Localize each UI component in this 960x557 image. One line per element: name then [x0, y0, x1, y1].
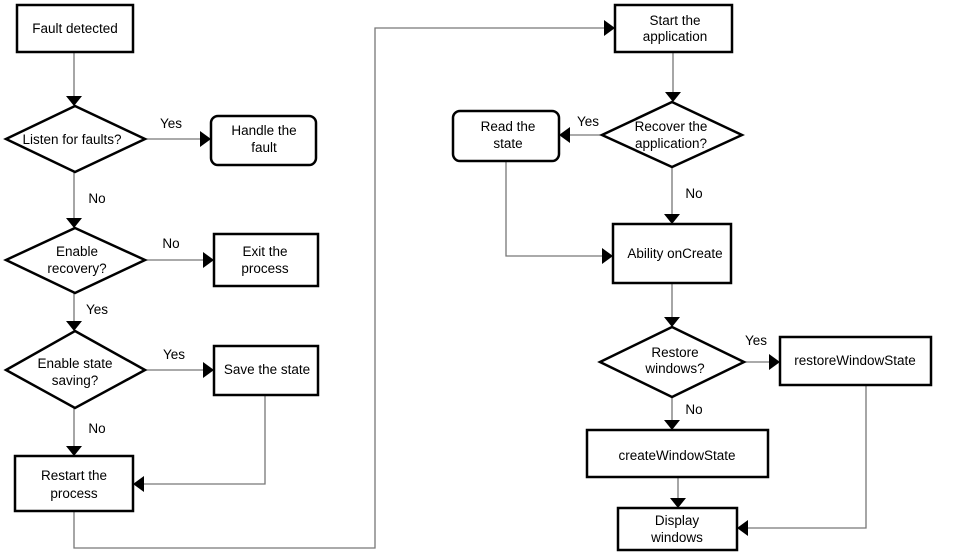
edge-label: No [685, 402, 702, 417]
node-label: Read the [481, 119, 536, 134]
node-label: process [241, 261, 289, 276]
node-label: windows? [644, 361, 704, 376]
fault-recovery-flowchart: Fault detected Listen for faults? Handle… [3, 3, 933, 552]
arrow-head [664, 317, 680, 327]
node-label: Fault detected [32, 21, 118, 36]
arrow-head [664, 214, 680, 224]
node-restore-window-state: restoreWindowState [778, 335, 933, 387]
node-label: state [493, 136, 522, 151]
node-label: Restore [651, 345, 698, 360]
arrow-head [559, 127, 570, 143]
decision-enable-recovery: Enable recovery? [3, 226, 148, 295]
edge-restart-to-start [73, 27, 604, 549]
node-label: restoreWindowState [794, 353, 916, 368]
node-label: Enable state [37, 356, 112, 371]
decision-enable-state-saving: Enable state saving? [3, 329, 148, 410]
node-label: saving? [52, 373, 99, 388]
node-label: recovery? [47, 261, 106, 276]
node-label: process [50, 486, 98, 501]
arrow-head [200, 131, 211, 147]
arrow-head [665, 92, 681, 102]
node-label: Save the state [224, 362, 310, 377]
decision-recover-application: Recover the application? [599, 100, 745, 169]
node-label: Exit the [242, 244, 287, 259]
edge-label: No [88, 191, 105, 206]
arrow-head [604, 20, 615, 36]
node-fault-detected: Fault detected [15, 3, 135, 54]
node-label: Recover the [635, 119, 708, 134]
edge-label: Yes [160, 116, 182, 131]
edge-label: No [685, 186, 702, 201]
node-label: fault [251, 140, 277, 155]
node-save-state: Save the state [212, 344, 320, 397]
edge-label: Yes [745, 333, 767, 348]
edge-label: No [162, 236, 179, 251]
arrow-head [664, 420, 680, 430]
node-label: application? [635, 136, 707, 151]
node-read-state: Read the state [451, 109, 561, 163]
edge-label: Yes [163, 347, 185, 362]
arrow-head [203, 362, 214, 378]
arrow-head [66, 96, 82, 106]
arrow-head [769, 354, 780, 370]
node-label: Display [655, 513, 700, 528]
node-label: Listen for faults? [22, 132, 121, 147]
node-label: Start the [649, 13, 700, 28]
node-start-application: Start the application [613, 3, 734, 54]
node-label: createWindowState [618, 448, 735, 463]
decision-listen-for-faults: Listen for faults? [3, 104, 148, 174]
node-label: application [643, 29, 708, 44]
node-label: Enable [56, 244, 98, 259]
edge-save-to-restart [144, 395, 266, 485]
node-display-windows: Display windows [616, 506, 739, 552]
edge-label: Yes [86, 302, 108, 317]
node-restart-process: Restart the process [13, 454, 135, 513]
arrow-head [737, 520, 748, 536]
arrow-head [133, 476, 144, 492]
edge-label: No [88, 421, 105, 436]
node-handle-fault: Handle the fault [209, 114, 318, 167]
node-label: Handle the [231, 123, 296, 138]
node-ability-oncreate: Ability onCreate [611, 222, 733, 285]
arrow-head [66, 321, 82, 331]
node-label: windows [650, 530, 703, 545]
arrow-head [203, 252, 214, 268]
node-label: Restart the [41, 468, 107, 483]
node-exit-process: Exit the process [212, 232, 320, 288]
arrow-head [66, 218, 82, 228]
decision-restore-windows: Restore windows? [597, 325, 747, 399]
node-create-window-state: createWindowState [585, 428, 770, 479]
arrow-head [66, 446, 82, 456]
edge-label: Yes [577, 114, 599, 129]
edge-read-to-ability [505, 161, 602, 257]
arrow-head [602, 248, 613, 264]
arrow-head [670, 498, 686, 508]
node-label: Ability onCreate [627, 246, 722, 261]
